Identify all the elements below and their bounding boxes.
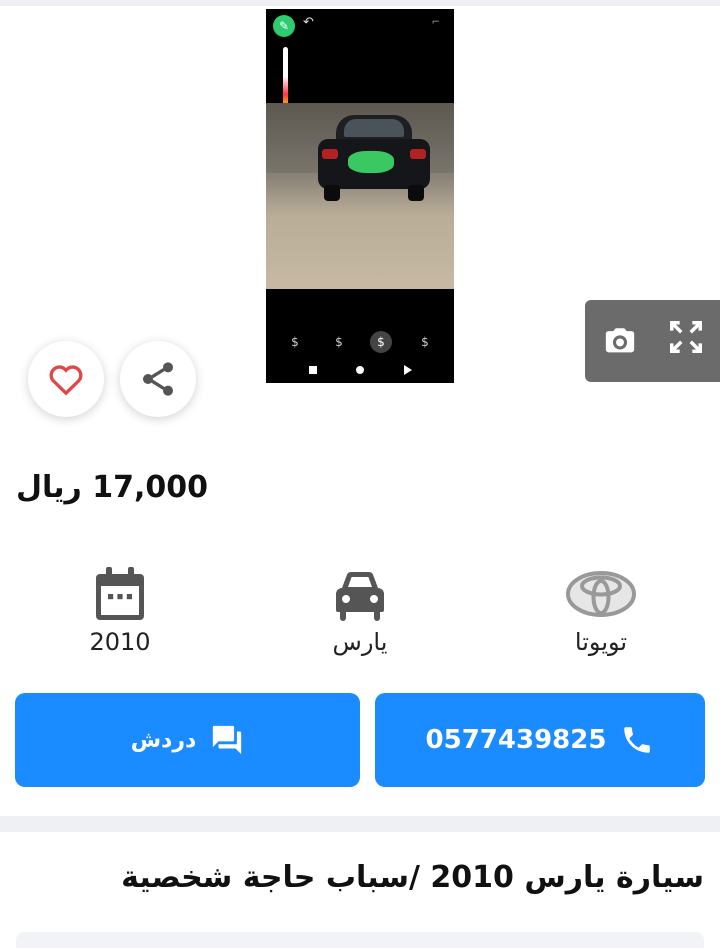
expand-icon[interactable] [667,318,705,356]
pen-icon: ✎ [273,15,295,37]
car-image [266,103,454,289]
recent-apps-icon [309,366,317,374]
brush-icon: $ [370,331,392,353]
heart-icon [49,365,83,396]
call-button[interactable]: 0577439825 [375,693,705,787]
price-label: 17,000 ريال [16,470,209,505]
gallery-controls [585,300,720,382]
share-button[interactable] [120,341,196,417]
brush-icon: $ [421,335,429,349]
top-divider [0,0,720,6]
toyota-logo [566,571,636,617]
listing-title: سيارة يارس 2010 /سباب حاجة شخصية [121,860,704,895]
listing-photo[interactable]: ✎ ↶ ⌐ $ $ $ $ [266,9,454,383]
photo-editor-tools: $ $ $ $ [266,289,454,383]
camera-icon[interactable] [603,324,637,358]
spec-model: يارس [280,560,440,656]
chat-button-label: دردش [130,727,197,753]
share-icon [143,362,173,396]
phone-icon [624,727,651,753]
spec-model-value: يارس [332,628,388,656]
specs-row: 2010 يارس تويوتا [0,560,720,670]
spec-year-value: 2010 [89,628,151,656]
call-button-label: 0577439825 [425,725,607,755]
spec-brand-value: تويوتا [574,628,628,656]
calendar-icon [96,567,144,620]
undo-icon: ↶ [303,15,314,30]
brush-icon: $ [291,335,299,349]
home-icon [356,366,364,374]
crop-icon: ⌐ [431,17,440,28]
brush-icon: $ [335,335,343,349]
photo-editor-toolbar: ✎ ↶ ⌐ [266,9,454,103]
back-icon [404,365,412,375]
car-icon [336,572,384,621]
next-section-card [16,932,704,948]
section-divider [0,816,720,832]
spec-year: 2010 [40,560,200,656]
spec-brand: تويوتا [521,560,681,656]
chat-button[interactable]: دردش [15,693,360,787]
favorite-button[interactable] [28,341,104,417]
chat-icon [213,725,242,755]
